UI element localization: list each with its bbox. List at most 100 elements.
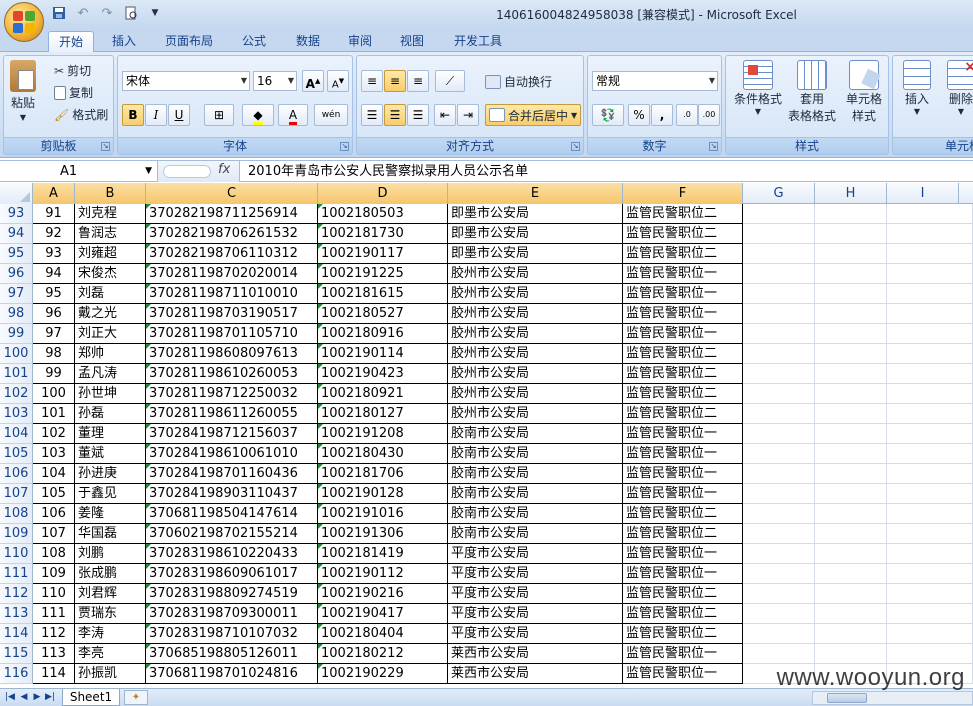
increase-indent-button[interactable]: ⇥ [457,104,479,126]
cell-c[interactable]: 370281198610260053 [146,364,318,384]
scrollbar-thumb[interactable] [827,693,867,703]
cell-b[interactable]: 孟凡涛 [75,364,146,384]
row-header[interactable]: 96 [0,264,33,284]
cell-b[interactable]: 刘君辉 [75,584,146,604]
row-header[interactable]: 105 [0,444,33,464]
number-format-combo[interactable]: 常规 ▼ [592,71,718,91]
column-header-b[interactable]: B [75,183,146,204]
cell-d[interactable]: 1002181615 [318,284,448,304]
cell-c[interactable]: 370685198805126011 [146,644,318,664]
row-header[interactable]: 115 [0,644,33,664]
cell-a[interactable]: 95 [33,284,75,304]
cell-f[interactable]: 监管民警职位一 [623,424,743,444]
cell-c[interactable]: 370281198712250032 [146,384,318,404]
column-header-g[interactable]: G [743,183,815,204]
cell-a[interactable]: 112 [33,624,75,644]
cell-b[interactable]: 姜隆 [75,504,146,524]
tab-developer[interactable]: 开发工具 [443,31,513,52]
cell-empty[interactable] [887,364,973,384]
cell-a[interactable]: 92 [33,224,75,244]
horizontal-scrollbar[interactable] [812,691,973,705]
cell-b[interactable]: 董理 [75,424,146,444]
font-launcher-icon[interactable]: ↘ [340,142,349,151]
cell-empty[interactable] [743,224,815,244]
cell-empty[interactable] [743,424,815,444]
cell-empty[interactable] [743,264,815,284]
select-all-corner[interactable] [0,183,33,204]
cell-a[interactable]: 102 [33,424,75,444]
cell-d[interactable]: 1002190229 [318,664,448,684]
cell-empty[interactable] [887,584,973,604]
align-middle-button[interactable]: ≡ [384,70,406,92]
cell-c[interactable]: 370283198710107032 [146,624,318,644]
cut-button[interactable]: ✂ 剪切 [54,62,91,79]
cell-empty[interactable] [815,204,887,224]
cell-b[interactable]: 宋俊杰 [75,264,146,284]
cell-b[interactable]: 刘磊 [75,284,146,304]
cell-empty[interactable] [815,544,887,564]
phonetic-button[interactable]: wén [314,104,348,126]
cell-f[interactable]: 监管民警职位一 [623,264,743,284]
orientation-button[interactable]: ⟋ [435,70,465,92]
column-header-e[interactable]: E [448,183,623,204]
cell-f[interactable]: 监管民警职位二 [623,244,743,264]
cell-f[interactable]: 监管民警职位一 [623,564,743,584]
cell-e[interactable]: 平度市公安局 [448,564,623,584]
cell-f[interactable]: 监管民警职位二 [623,604,743,624]
row-header[interactable]: 108 [0,504,33,524]
cell-empty[interactable] [743,404,815,424]
cell-a[interactable]: 110 [33,584,75,604]
cell-b[interactable]: 郑帅 [75,344,146,364]
row-header[interactable]: 106 [0,464,33,484]
cell-empty[interactable] [743,324,815,344]
column-header-d[interactable]: D [318,183,448,204]
cell-b[interactable]: 董斌 [75,444,146,464]
cell-d[interactable]: 1002190423 [318,364,448,384]
cell-empty[interactable] [743,364,815,384]
cell-empty[interactable] [815,384,887,404]
cell-f[interactable]: 监管民警职位一 [623,464,743,484]
cell-f[interactable]: 监管民警职位二 [623,204,743,224]
cell-empty[interactable] [815,644,887,664]
cell-d[interactable]: 1002190117 [318,244,448,264]
cell-empty[interactable] [743,604,815,624]
column-header-c[interactable]: C [146,183,318,204]
cell-b[interactable]: 孙磊 [75,404,146,424]
cell-a[interactable]: 103 [33,444,75,464]
cell-d[interactable]: 1002190114 [318,344,448,364]
cell-b[interactable]: 张成鹏 [75,564,146,584]
cell-empty[interactable] [815,264,887,284]
decrease-decimal-button[interactable]: .00 [698,104,720,126]
cell-b[interactable]: 刘鹏 [75,544,146,564]
cell-c[interactable]: 370284198610061010 [146,444,318,464]
cell-b[interactable]: 刘正大 [75,324,146,344]
cell-b[interactable]: 孙进庚 [75,464,146,484]
cell-a[interactable]: 100 [33,384,75,404]
cell-empty[interactable] [887,644,973,664]
cell-d[interactable]: 1002190112 [318,564,448,584]
format-as-table-button[interactable]: 套用 表格格式 [786,60,838,124]
cell-empty[interactable] [743,504,815,524]
cell-d[interactable]: 1002181419 [318,544,448,564]
alignment-launcher-icon[interactable]: ↘ [571,142,580,151]
cell-a[interactable]: 101 [33,404,75,424]
cell-e[interactable]: 胶南市公安局 [448,504,623,524]
cell-e[interactable]: 平度市公安局 [448,624,623,644]
row-header[interactable]: 109 [0,524,33,544]
cell-e[interactable]: 平度市公安局 [448,584,623,604]
currency-button[interactable]: 💱 [592,104,624,126]
cell-empty[interactable] [743,444,815,464]
cell-b[interactable]: 李亮 [75,644,146,664]
cell-d[interactable]: 1002190216 [318,584,448,604]
insert-sheet-icon[interactable]: ✦ [124,690,148,705]
cell-empty[interactable] [887,484,973,504]
cell-empty[interactable] [743,284,815,304]
row-header[interactable]: 99 [0,324,33,344]
align-right-button[interactable]: ☰ [407,104,429,126]
row-header[interactable]: 100 [0,344,33,364]
cell-empty[interactable] [815,464,887,484]
cell-empty[interactable] [887,344,973,364]
row-header[interactable]: 112 [0,584,33,604]
align-bottom-button[interactable]: ≡ [407,70,429,92]
cell-d[interactable]: 1002191306 [318,524,448,544]
